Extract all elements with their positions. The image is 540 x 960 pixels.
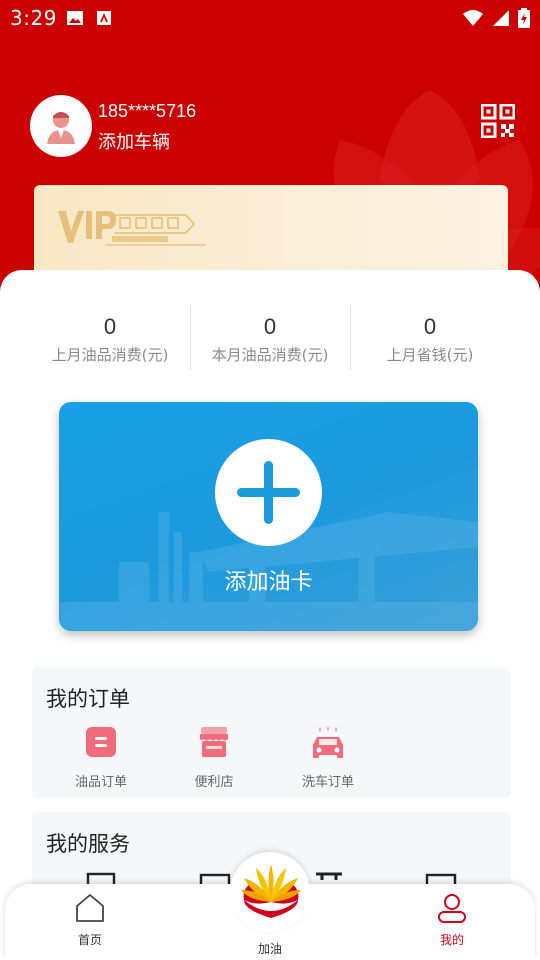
plus-icon bbox=[237, 461, 300, 524]
stat-label: 本月油品消费(元) bbox=[211, 346, 329, 364]
app-notification-icon bbox=[97, 11, 111, 25]
car-wash-orders-label: 洗车订单 bbox=[301, 775, 354, 790]
user-icon bbox=[438, 894, 466, 923]
image-notification-icon bbox=[67, 11, 83, 25]
stat-last-month-savings[interactable]: 0 上月省钱(元) bbox=[350, 306, 510, 370]
convenience-store-label: 便利店 bbox=[194, 775, 234, 790]
add-circle bbox=[215, 439, 322, 546]
stat-value: 0 bbox=[263, 314, 277, 339]
consumption-stats: 0 上月油品消费(元) 0 本月油品消费(元) 0 上月省钱(元) bbox=[30, 306, 510, 370]
store-icon bbox=[200, 727, 228, 757]
battery-icon bbox=[518, 8, 530, 28]
stat-label: 上月省钱(元) bbox=[386, 346, 474, 364]
phone-number: 185****5716 bbox=[98, 101, 197, 121]
add-vehicle-link[interactable]: 添加车辆 bbox=[98, 128, 170, 154]
home-icon bbox=[76, 894, 104, 922]
status-time: 3:29 bbox=[10, 6, 57, 30]
oil-orders-label: 油品订单 bbox=[74, 775, 127, 790]
signal-icon bbox=[493, 10, 509, 26]
car-wash-orders-button[interactable]: 洗车订单 bbox=[283, 725, 373, 790]
stat-last-month-consumption[interactable]: 0 上月油品消费(元) bbox=[30, 306, 190, 370]
tab-home-label: 首页 bbox=[77, 933, 102, 947]
oil-order-icon bbox=[86, 727, 116, 757]
car-wash-icon bbox=[313, 726, 343, 758]
qr-code-icon[interactable] bbox=[481, 104, 515, 138]
tab-home[interactable]: 首页 bbox=[50, 892, 130, 948]
tab-mine-label: 我的 bbox=[439, 933, 464, 947]
stat-value: 0 bbox=[103, 314, 117, 339]
stat-this-month-consumption[interactable]: 0 本月油品消费(元) bbox=[190, 306, 350, 370]
my-services-title: 我的服务 bbox=[46, 832, 130, 856]
status-bar: 3:29 bbox=[0, 0, 540, 36]
wifi-icon bbox=[463, 10, 483, 26]
stat-label: 上月油品消费(元) bbox=[51, 346, 169, 364]
tab-mine[interactable]: 我的 bbox=[412, 892, 492, 948]
my-orders-title: 我的订单 bbox=[46, 687, 130, 711]
add-oil-card-button[interactable]: 添加油卡 bbox=[59, 402, 478, 631]
convenience-store-button[interactable]: 便利店 bbox=[169, 725, 259, 790]
petrochina-logo-icon[interactable] bbox=[238, 860, 304, 920]
stat-value: 0 bbox=[423, 314, 437, 339]
oil-orders-button[interactable]: 油品订单 bbox=[56, 725, 146, 790]
my-orders-section: 我的订单 油品订单 便利店 洗车订单 bbox=[32, 667, 511, 798]
add-oil-card-label: 添加油卡 bbox=[224, 570, 313, 595]
user-avatar-icon bbox=[47, 112, 75, 144]
vip-club-logo bbox=[58, 211, 206, 246]
avatar[interactable] bbox=[30, 95, 92, 157]
tab-refuel-label[interactable]: 加油 bbox=[230, 940, 310, 957]
